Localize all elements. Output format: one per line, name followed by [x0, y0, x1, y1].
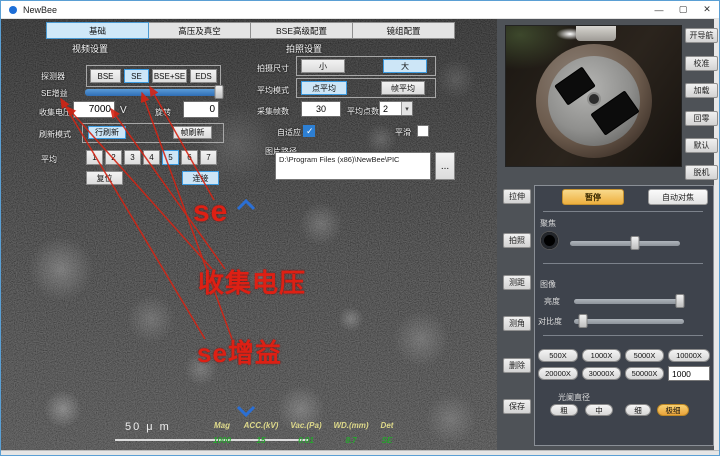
mag-20000x-button[interactable]: 20000X [538, 367, 578, 380]
minimize-button[interactable]: — [647, 1, 671, 18]
aperture-coarse-button[interactable]: 粗 [550, 404, 578, 416]
readout-value-wd: 8.7 [328, 436, 374, 445]
focus-knob-icon[interactable] [541, 232, 558, 249]
readout-header-vac: Vac.(Pa) [284, 421, 328, 430]
measure-distance-button[interactable]: 测距 [503, 275, 531, 290]
readout-value-det: SE [374, 436, 400, 445]
mag-input[interactable]: 1000 [668, 366, 710, 381]
readout-header-det: Det [374, 421, 400, 430]
aperture-fine-button[interactable]: 细 [625, 404, 651, 416]
readout-values: 1000 15 0.01 8.7 SE [206, 436, 400, 445]
window-controls: — ▢ ✕ [647, 1, 719, 18]
home-zero-button[interactable]: 回零 [685, 111, 718, 126]
title-bar: NewBee — ▢ ✕ [1, 1, 719, 19]
save-button[interactable]: 保存 [503, 399, 531, 414]
delete-button[interactable]: 删除 [503, 358, 531, 373]
scale-bar-label: 50 μ m [125, 421, 171, 433]
control-panel: 暂停 自动对焦 聚焦 图像 亮度 对比度 500X 1000X 5000X 10… [534, 185, 714, 446]
open-navigation-button[interactable]: 开导航 [685, 28, 718, 43]
sem-image: 基础 高压及真空 BSE高级配置 镜组配置 视频设置 探测器 BSE SE BS… [1, 19, 497, 450]
chevron-up-icon[interactable] [231, 197, 263, 213]
mag-50000x-button[interactable]: 50000X [625, 367, 664, 380]
camera-clamp [576, 26, 616, 41]
offline-button[interactable]: 脱机 [685, 165, 718, 180]
close-button[interactable]: ✕ [695, 1, 719, 18]
chamber-camera-view [505, 25, 682, 167]
mag-10000x-button[interactable]: 10000X [668, 349, 710, 362]
readout-header-mag: Mag [206, 421, 238, 430]
maximize-button[interactable]: ▢ [671, 1, 695, 18]
brightness-label: 亮度 [544, 296, 560, 307]
load-button[interactable]: 加载 [685, 83, 718, 98]
brightness-slider[interactable] [574, 299, 684, 304]
focus-slider[interactable] [570, 241, 680, 246]
divider [543, 211, 703, 212]
focus-label: 聚焦 [540, 218, 556, 229]
tab-basic[interactable]: 基础 [46, 22, 149, 39]
mag-500x-button[interactable]: 500X [538, 349, 578, 362]
app-window: NewBee — ▢ ✕ 基础 高压及真空 BSE高级配置 镜组配置 视频设置 … [0, 0, 720, 456]
contrast-label: 对比度 [538, 316, 562, 327]
autofocus-button[interactable]: 自动对焦 [648, 189, 708, 205]
image-section-label: 图像 [540, 279, 556, 290]
window-title: NewBee [23, 5, 57, 15]
mag-1000x-button[interactable]: 1000X [582, 349, 621, 362]
annotation-collect-voltage: 收集电压 [198, 263, 306, 300]
window-bottom-strip [1, 450, 719, 456]
app-icon [9, 6, 17, 14]
contrast-slider-thumb[interactable] [578, 314, 587, 328]
contrast-slider[interactable] [574, 319, 684, 324]
calibrate-button[interactable]: 校准 [685, 56, 718, 71]
stage-screw [587, 92, 601, 106]
readout-header-acc: ACC.(kV) [238, 421, 284, 430]
readout-headers: Mag ACC.(kV) Vac.(Pa) WD.(mm) Det [206, 421, 400, 430]
measure-angle-button[interactable]: 测角 [503, 316, 531, 331]
readout-value-acc: 15 [238, 436, 284, 445]
annotation-arrows [1, 19, 497, 450]
aperture-label: 光阑直径 [558, 392, 590, 403]
snapshot-button[interactable]: 拍照 [503, 233, 531, 248]
right-zone: 开导航 校准 加载 回零 默认 脱机 拉伸 拍照 测距 测角 删除 保存 暂停 … [497, 19, 719, 450]
mag-30000x-button[interactable]: 30000X [582, 367, 621, 380]
divider [543, 263, 703, 264]
mag-5000x-button[interactable]: 5000X [625, 349, 664, 362]
annotation-se: se [193, 195, 228, 229]
chevron-down-icon-bottom[interactable] [231, 403, 263, 419]
aperture-medium-button[interactable]: 中 [585, 404, 613, 416]
readout-header-wd: WD.(mm) [328, 421, 374, 430]
pause-button[interactable]: 暂停 [562, 189, 624, 205]
readout-value-vac: 0.01 [284, 436, 328, 445]
divider [543, 335, 703, 336]
aperture-extra-fine-button[interactable]: 极细 [657, 404, 689, 416]
brightness-slider-thumb[interactable] [675, 294, 684, 308]
annotation-se-gain: se增益 [197, 333, 282, 370]
readout-value-mag: 1000 [206, 436, 238, 445]
default-button[interactable]: 默认 [685, 138, 718, 153]
focus-slider-thumb[interactable] [630, 236, 639, 250]
stretch-button[interactable]: 拉伸 [503, 189, 531, 204]
